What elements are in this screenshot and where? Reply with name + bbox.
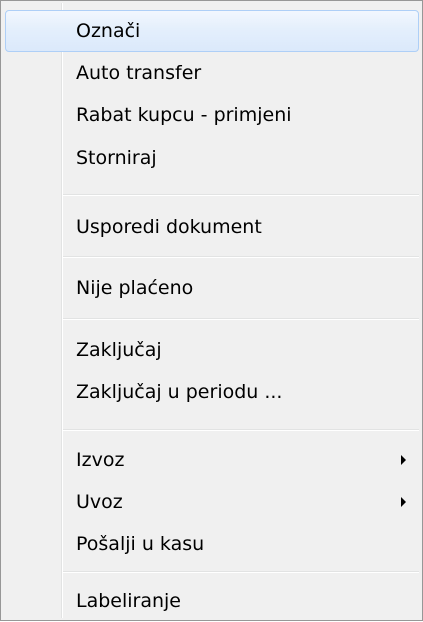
menu-item-label: Usporedi dokument: [76, 216, 262, 238]
chevron-right-icon: [401, 497, 406, 507]
menu-item-oznaci[interactable]: Označi: [5, 10, 419, 52]
menu-item-zakljucaj-u-periodu[interactable]: Zaključaj u periodu ...: [5, 371, 419, 413]
menu-separator: [63, 194, 419, 196]
menu-separator: [63, 256, 419, 258]
menu-item-label: Izvoz: [76, 449, 125, 471]
menu-separator: [63, 318, 419, 320]
menu-separator: [63, 571, 419, 573]
menu-item-label: Zaključaj u periodu ...: [76, 381, 283, 403]
menu-item-label: Pošalji u kasu: [76, 533, 205, 555]
menu-item-label: Storniraj: [76, 147, 157, 169]
chevron-right-icon: [401, 455, 406, 465]
menu-item-izvoz[interactable]: Izvoz: [5, 439, 419, 481]
menu-separator: [63, 429, 419, 431]
menu-item-nije-placeno[interactable]: Nije plaćeno: [5, 267, 419, 309]
menu-item-label: Rabat kupcu - primjeni: [76, 104, 292, 126]
menu-item-labeliranje[interactable]: Labeliranje: [5, 580, 419, 622]
menu-item-label: Uvoz: [76, 491, 123, 513]
menu-item-label: Auto transfer: [76, 62, 202, 84]
menu-item-label: Labeliranje: [76, 590, 182, 612]
menu-item-label: Nije plaćeno: [76, 277, 194, 299]
context-menu: Označi Auto transfer Rabat kupcu - primj…: [0, 0, 423, 621]
menu-item-rabat-kupcu-primjeni[interactable]: Rabat kupcu - primjeni: [5, 94, 419, 136]
menu-item-storniraj[interactable]: Storniraj: [5, 137, 419, 179]
menu-item-uvoz[interactable]: Uvoz: [5, 481, 419, 523]
menu-item-auto-transfer[interactable]: Auto transfer: [5, 52, 419, 94]
menu-item-posalji-u-kasu[interactable]: Pošalji u kasu: [5, 523, 419, 565]
menu-item-label: Zaključaj: [76, 339, 162, 361]
menu-item-label: Označi: [76, 20, 141, 42]
menu-item-usporedi-dokument[interactable]: Usporedi dokument: [5, 206, 419, 248]
menu-item-zakljucaj[interactable]: Zaključaj: [5, 329, 419, 371]
